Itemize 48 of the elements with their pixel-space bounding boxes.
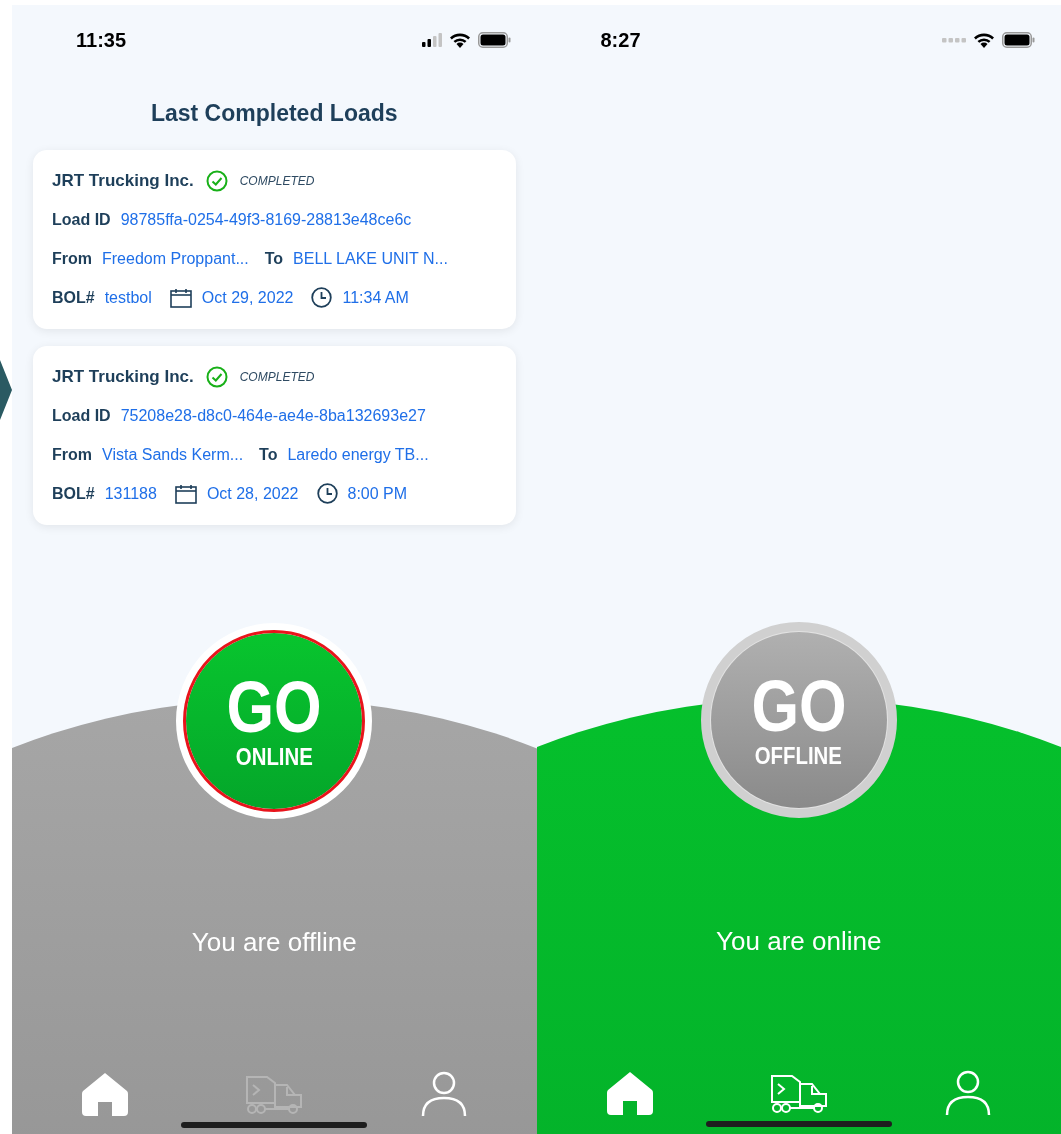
profile-icon [945,1070,991,1116]
load-card[interactable]: JRT Trucking Inc. COMPLETED Load ID 98785ffa-0254-49f3-8169-28813e48ce6c From Freedom Proppant... To BELL LAKE UNIT N... BOL# testbol Oct 29, 2022 11:34 AM [33,149,516,329]
check-circle-icon [205,169,228,192]
wifi-icon [973,32,995,48]
to-label: To [264,248,284,269]
battery-icon [477,32,511,48]
status-time: 8:27 [600,28,641,53]
connection-status: You are online [716,925,882,958]
from-label: From [52,444,92,465]
clock-icon [311,287,333,308]
load-id: 75208e28-d8c0-464e-ae4e-8ba132693e27 [120,405,426,426]
bol-label: BOL# [52,287,95,308]
profile-icon [420,1070,467,1117]
load-id-label: Load ID [52,209,111,230]
load-time: 11:34 AM [342,287,409,308]
bol-number: testbol [104,287,152,308]
calendar-icon [174,483,197,504]
section-title: Last Completed Loads [149,99,399,128]
check-circle-icon [205,365,228,388]
status-time: 11:35 [76,28,127,53]
load-date: Oct 28, 2022 [206,483,299,504]
load-date: Oct 29, 2022 [201,287,294,308]
status-label: COMPLETED [239,368,315,386]
load-id-label: Load ID [52,405,111,426]
company-name: JRT Trucking Inc. [52,169,194,192]
to-location: BELL LAKE UNIT N... [293,248,448,269]
home-icon [81,1070,129,1117]
calendar-icon [169,287,192,308]
bol-label: BOL# [52,483,95,504]
signal-icon [421,33,442,47]
to-label: To [259,444,278,465]
battery-icon [1002,32,1035,48]
connection-status: You are offline [191,925,357,959]
home-icon [605,1070,654,1116]
from-label: From [52,248,92,269]
no-signal-icon [942,37,966,43]
from-location: Vista Sands Kerm... [102,444,244,465]
to-location: Laredo energy TB... [287,444,429,465]
company-name: JRT Trucking Inc. [52,365,194,388]
chevron-right-icon[interactable] [0,360,12,420]
bol-number: 131188 [104,483,157,504]
clock-icon [316,483,338,504]
load-time: 8:00 PM [347,483,408,504]
load-card[interactable]: JRT Trucking Inc. COMPLETED Load ID 75208e28-d8c0-464e-ae4e-8ba132693e27 From Vista Sands Kerm... To Laredo energy TB... BOL# 131188 Oct 28, 2022 8:00 PM [33,345,516,525]
from-location: Freedom Proppant... [102,248,249,269]
load-id: 98785ffa-0254-49f3-8169-28813e48ce6c [120,209,412,230]
wifi-icon [448,32,471,48]
status-label: COMPLETED [239,172,315,190]
